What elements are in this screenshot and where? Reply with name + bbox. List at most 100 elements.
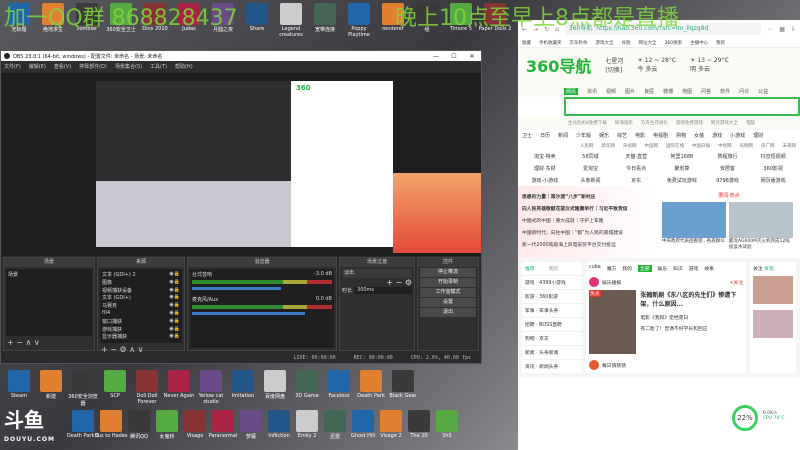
site-link[interactable]: 抖音短视频 (750, 153, 796, 160)
site-link[interactable]: 理财·东财 (522, 165, 568, 172)
nav-link[interactable]: 购物 (676, 132, 686, 139)
desktop-icon[interactable]: 无标题 (2, 3, 36, 33)
minimize-button[interactable]: — (427, 53, 445, 60)
site-link[interactable]: 安居客 (705, 165, 751, 172)
left-list-item[interactable]: 游戏 · 4399小游戏 (522, 275, 582, 289)
desktop-icon[interactable]: Paper Dolls 2 (478, 3, 512, 32)
search-tab[interactable]: 公益 (758, 88, 768, 95)
search-tab[interactable]: 微博 (663, 88, 673, 95)
pic-caption[interactable]: 中央政府代表团看望...各族群众 (662, 238, 726, 250)
source-item[interactable]: 文本 (GDI+) ◉🔒 (102, 294, 180, 302)
source-buttons[interactable]: + − ⚙ ∧ ∨ (98, 345, 184, 354)
desktop-icon[interactable]: Doll Doll Forever (130, 370, 164, 405)
feed-author-2[interactable]: 每日猜猜猜 (602, 362, 626, 369)
volume-slider[interactable] (192, 312, 306, 315)
nav-link[interactable]: 电影 (635, 132, 645, 139)
left-list-item[interactable]: 影游 · 360影游 (522, 289, 582, 303)
bookmark[interactable]: 手机收藏夹 (539, 40, 562, 46)
desktop-icon[interactable]: 绝地求生 (36, 3, 70, 33)
desktop-icon[interactable]: Yellow cat studio (194, 370, 228, 405)
bookmark[interactable]: 我的 (716, 40, 725, 46)
desktop-icon[interactable]: 组 (410, 3, 444, 33)
reload-icon[interactable]: ↻ (544, 26, 549, 33)
control-button[interactable]: 开始录制 (420, 278, 476, 287)
media-link[interactable]: 中国日报 (692, 143, 710, 149)
control-button[interactable]: 退出 (420, 308, 476, 317)
menu-item[interactable]: 工具(T) (150, 63, 167, 70)
feed-bullet[interactable]: 电影《我和》定档夏日 (640, 314, 743, 321)
desktop-icon[interactable]: Imitation (226, 370, 260, 399)
volume-slider[interactable] (192, 287, 282, 290)
media-link[interactable]: 央视网 (623, 143, 637, 149)
desktop-icon[interactable]: 宽带连接 (308, 3, 342, 33)
city[interactable]: 七星河 (605, 58, 623, 65)
site-link[interactable]: 58同城 (568, 153, 614, 160)
feed-tab[interactable]: 知识 (673, 265, 683, 272)
home-icon[interactable]: ⌂ (555, 26, 559, 33)
media-link[interactable]: 国际在线 (666, 143, 684, 149)
hot-search[interactable]: 游戏免费游戏 (676, 120, 703, 126)
nav-link[interactable]: 卫士 (522, 132, 532, 139)
menu-icon[interactable]: ⋯ (767, 26, 773, 33)
bookmark[interactable]: 网址大全 (639, 40, 657, 46)
source-item[interactable]: 马赛克 ◉🔒 (102, 302, 180, 310)
nav-link[interactable]: 少年版 (576, 132, 591, 139)
desktop-icon[interactable]: Share (240, 3, 274, 32)
hot-search[interactable]: 方舟生存进化 (641, 120, 668, 126)
site-link[interactable]: 头条新闻 (568, 177, 614, 184)
desktop-icon[interactable]: Death Park (354, 370, 388, 399)
media-link[interactable]: 中经网 (718, 143, 732, 149)
site-link[interactable]: 携程旅行 (705, 153, 751, 160)
desktop-icon[interactable]: Steam (2, 370, 36, 399)
site-link[interactable]: 今日看点 (613, 165, 659, 172)
media-link[interactable]: 新华网 (602, 143, 616, 149)
site-link[interactable]: 360影视 (750, 165, 796, 172)
source-item[interactable]: 文本 (GDI+) 2 ◉🔒 (102, 271, 180, 279)
source-item[interactable]: 图像 ◉🔒 (102, 279, 180, 287)
maximize-button[interactable]: ☐ (445, 53, 463, 60)
control-button[interactable]: 设置 (420, 298, 476, 307)
desktop-icon[interactable]: 360安全卫士 (104, 3, 138, 33)
desktop-icon[interactable]: renderer (376, 3, 410, 32)
scene-item[interactable]: 场景 (8, 271, 90, 278)
desktop-icon[interactable]: Timore 5 (444, 3, 478, 32)
apps-icon[interactable]: ▦ (779, 26, 785, 33)
control-button[interactable]: 工作室模式 (420, 288, 476, 297)
desktop-icon[interactable]: 月圆之夜 (206, 3, 240, 33)
tab-follow[interactable]: 关注 (753, 267, 763, 272)
left-list-item[interactable]: 购物 · 京东 (522, 331, 582, 345)
visibility-lock-icons[interactable]: ◉🔒 (169, 279, 180, 287)
left-list-item[interactable]: 新闻 · 头条新闻 (522, 345, 582, 359)
news-item[interactable]: 向人民英雄敬献花篮仪式隆重举行｜习近平致贺信 (522, 204, 662, 216)
source-item[interactable]: f04 ◉🔒 (102, 310, 180, 318)
bookmark[interactable]: 收藏 (522, 40, 531, 46)
desktop-icon[interactable]: 百度网盘 (258, 370, 292, 400)
bookmark[interactable]: 京东秒杀 (570, 40, 588, 46)
search-tab[interactable]: 视频 (606, 88, 616, 95)
menu-item[interactable]: 停靠部件(D) (79, 63, 107, 70)
menu-item[interactable]: 文件(F) (4, 63, 21, 70)
duration-input[interactable]: 300ms (355, 287, 412, 294)
desktop-icon[interactable]: Faceless (322, 370, 356, 399)
tab-recommend[interactable]: 推荐 (525, 265, 535, 272)
control-button[interactable]: 停止推流 (420, 268, 476, 277)
desktop-icon[interactable]: zombier (70, 3, 104, 32)
obs-preview[interactable]: 360 (1, 73, 481, 256)
search-tab[interactable]: 良医 (644, 88, 654, 95)
desktop-icon[interactable]: SCP (98, 370, 132, 399)
nav-link[interactable]: 电视剧 (653, 132, 668, 139)
media-link[interactable]: 光明网 (740, 143, 754, 149)
feed-tab[interactable]: 游戏 (689, 265, 699, 272)
desktop-icon[interactable]: Never Again (162, 370, 196, 399)
visibility-lock-icons[interactable]: ◉🔒 (169, 271, 180, 279)
visibility-lock-icons[interactable]: ◉🔒 (169, 310, 180, 318)
search-tab[interactable]: 资讯 (587, 88, 597, 95)
search-tab[interactable]: 问诊 (739, 88, 749, 95)
nav-link[interactable]: 娱乐 (599, 132, 609, 139)
feed-tab[interactable]: 魔方 (607, 265, 617, 272)
source-item[interactable]: 显示器捕获 ◉🔒 (102, 333, 180, 341)
search-tab[interactable]: 图片 (625, 88, 635, 95)
cpu-gauge[interactable]: 22% (732, 405, 758, 431)
visibility-lock-icons[interactable]: ◉🔒 (169, 318, 180, 326)
menu-item[interactable]: 场景集合(S) (115, 63, 142, 70)
